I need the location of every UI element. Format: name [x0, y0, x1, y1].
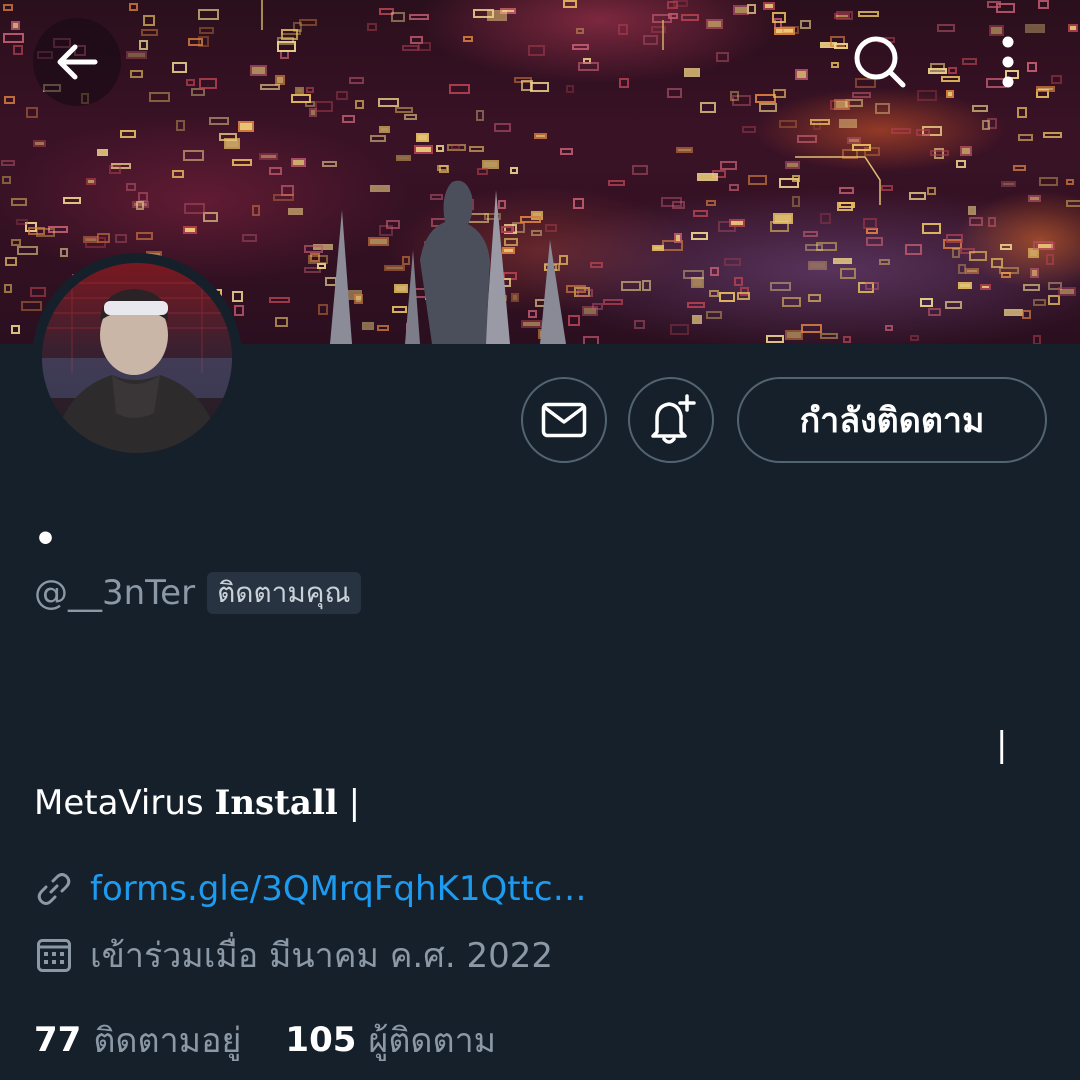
display-name: •: [34, 519, 58, 560]
more-vertical-icon: [1002, 36, 1014, 88]
follows-you-badge: ติดตามคุณ: [207, 572, 361, 614]
more-options-button[interactable]: [964, 18, 1052, 106]
bio: MetaVirus Install |: [34, 780, 360, 826]
followers-count: 105: [285, 1020, 357, 1060]
back-button[interactable]: [33, 18, 121, 106]
bio-suffix: |: [337, 783, 361, 823]
follow-stats: 77 ติดตามอยู่ 105 ผู้ติดตาม: [34, 1014, 496, 1066]
joined-date: เข้าร่วมเมื่อ มีนาคม ค.ศ. 2022: [90, 936, 553, 976]
bio-stray-bar: |: [996, 725, 1008, 765]
search-icon: [854, 36, 906, 88]
mail-icon: [541, 402, 587, 438]
profile-link[interactable]: forms.gle/3QMrqFqhK1Qttc…: [90, 869, 587, 909]
search-button[interactable]: [836, 18, 924, 106]
link-icon: [34, 869, 74, 909]
calendar-icon: [34, 935, 74, 975]
following-stat[interactable]: 77 ติดตามอยู่: [34, 1013, 241, 1067]
profile-link-row: forms.gle/3QMrqFqhK1Qttc…: [34, 864, 587, 914]
joined-date-row: เข้าร่วมเมื่อ มีนาคม ค.ศ. 2022: [34, 930, 553, 980]
bio-styled-text: Install: [214, 783, 338, 823]
following-button[interactable]: กำลังติดตาม: [737, 377, 1047, 463]
followers-stat[interactable]: 105 ผู้ติดตาม: [285, 1013, 496, 1067]
followers-label: ผู้ติดตาม: [368, 1021, 497, 1061]
message-button[interactable]: [521, 377, 607, 463]
following-label: ติดตามอยู่: [93, 1021, 242, 1061]
avatar-image: [42, 263, 232, 453]
arrow-left-icon: [57, 44, 98, 80]
following-count: 77: [34, 1020, 82, 1060]
bell-plus-icon: [651, 394, 696, 444]
notification-button[interactable]: [628, 377, 714, 463]
handle-row: @__3nTer ติดตามคุณ: [34, 570, 361, 616]
avatar[interactable]: [32, 253, 242, 463]
username-handle: @__3nTer: [34, 573, 196, 613]
bio-prefix: MetaVirus: [34, 783, 215, 823]
